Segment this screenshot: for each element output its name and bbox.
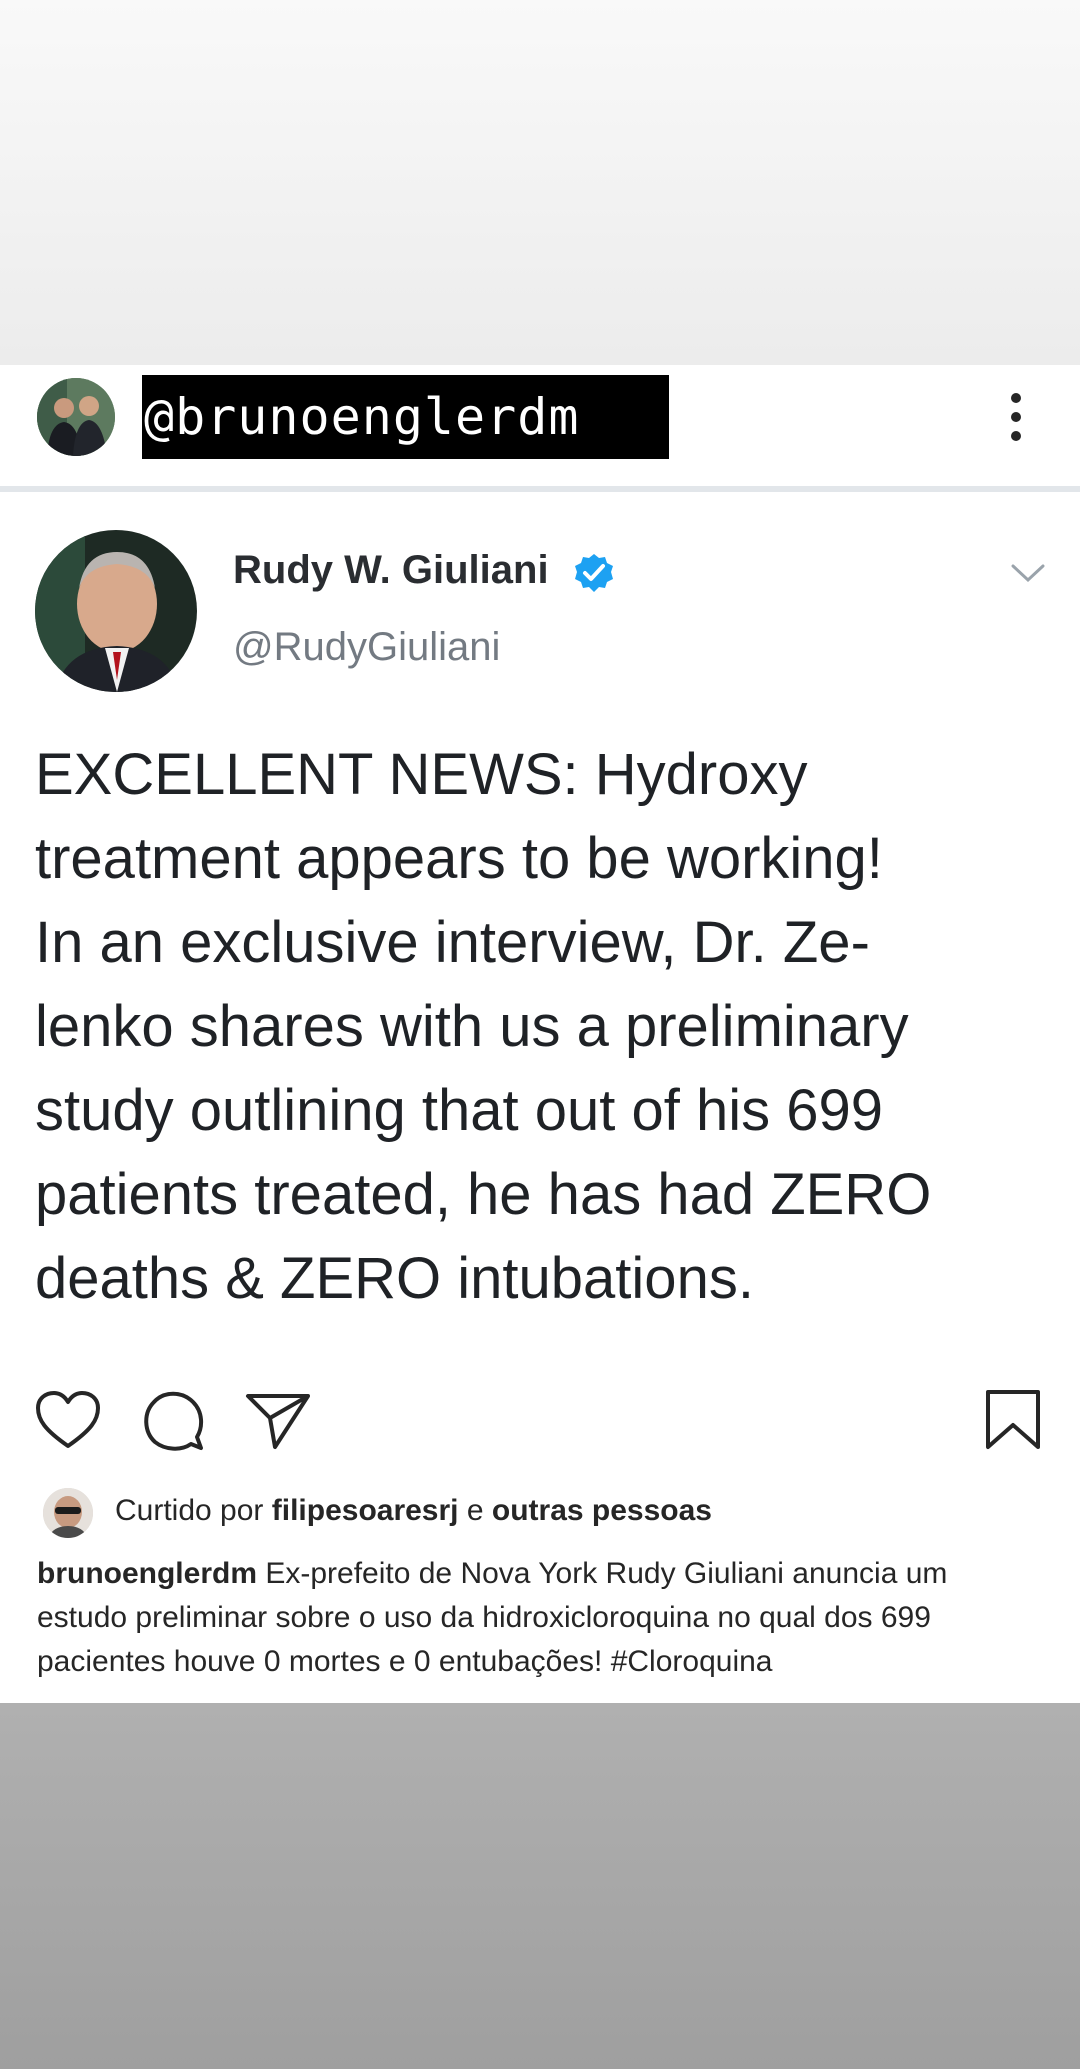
story-bottom-background	[0, 1703, 1080, 2069]
tweet-author-handle: @RudyGiuliani	[233, 625, 501, 669]
caption-line: pacientes houve 0 mortes e 0 entubações!…	[37, 1645, 773, 1678]
tweet-line: EXCELLENT NEWS: Hydroxy	[35, 742, 808, 807]
likes-row[interactable]: Curtido por filipesoaresrj e outras pess…	[40, 1488, 1060, 1540]
share-icon[interactable]	[245, 1392, 311, 1455]
tweet-line: treatment appears to be working!	[35, 826, 883, 891]
caption-text: Ex-prefeito de Nova York Rudy Giuliani a…	[257, 1557, 948, 1590]
likes-conjunction: e	[458, 1494, 492, 1527]
likes-text: Curtido por filipesoaresrj e outras pess…	[115, 1494, 712, 1528]
tweet-text: EXCELLENT NEWS: Hydroxy treatment appear…	[35, 733, 1065, 1321]
liker-username[interactable]: filipesoaresrj	[272, 1494, 459, 1527]
likes-others[interactable]: outras pessoas	[492, 1494, 712, 1527]
more-vertical-icon[interactable]	[1000, 392, 1032, 442]
bookmark-icon[interactable]	[985, 1389, 1041, 1456]
chevron-down-icon[interactable]	[1010, 560, 1046, 586]
tweet-line: study outlining that out of his 699	[35, 1078, 884, 1143]
tweet-line: deaths & ZERO intubations.	[35, 1246, 754, 1311]
tweet-line: lenko shares with us a preliminary	[35, 994, 909, 1059]
liker-avatar	[43, 1488, 93, 1538]
likes-prefix: Curtido por	[115, 1494, 272, 1527]
author-photo-icon	[35, 530, 197, 692]
mention-sticker[interactable]: @brunoenglerdm	[142, 375, 669, 459]
avatar-photo-icon	[37, 378, 115, 456]
post-caption: brunoenglerdm Ex-prefeito de Nova York R…	[37, 1552, 1047, 1684]
heart-icon[interactable]	[35, 1390, 101, 1455]
tweet-line: In an exclusive interview, Dr. Ze-	[35, 910, 870, 975]
tweet-author-avatar	[35, 530, 197, 692]
caption-line: estudo preliminar sobre o uso da hidroxi…	[37, 1601, 931, 1634]
caption-line: brunoenglerdm Ex-prefeito de Nova York R…	[37, 1552, 1047, 1596]
caption-author[interactable]: brunoenglerdm	[37, 1557, 257, 1590]
tweet-author-name: Rudy W. Giuliani	[233, 548, 549, 592]
story-top-background	[0, 0, 1080, 365]
truncated-text-fragment	[37, 1696, 637, 1703]
verified-badge-icon	[573, 552, 615, 594]
comment-icon[interactable]	[143, 1390, 205, 1457]
header-divider	[0, 486, 1080, 492]
liker-photo-icon	[43, 1488, 93, 1538]
tweet-line: patients treated, he has had ZERO	[35, 1162, 932, 1227]
poster-avatar[interactable]	[37, 378, 115, 456]
